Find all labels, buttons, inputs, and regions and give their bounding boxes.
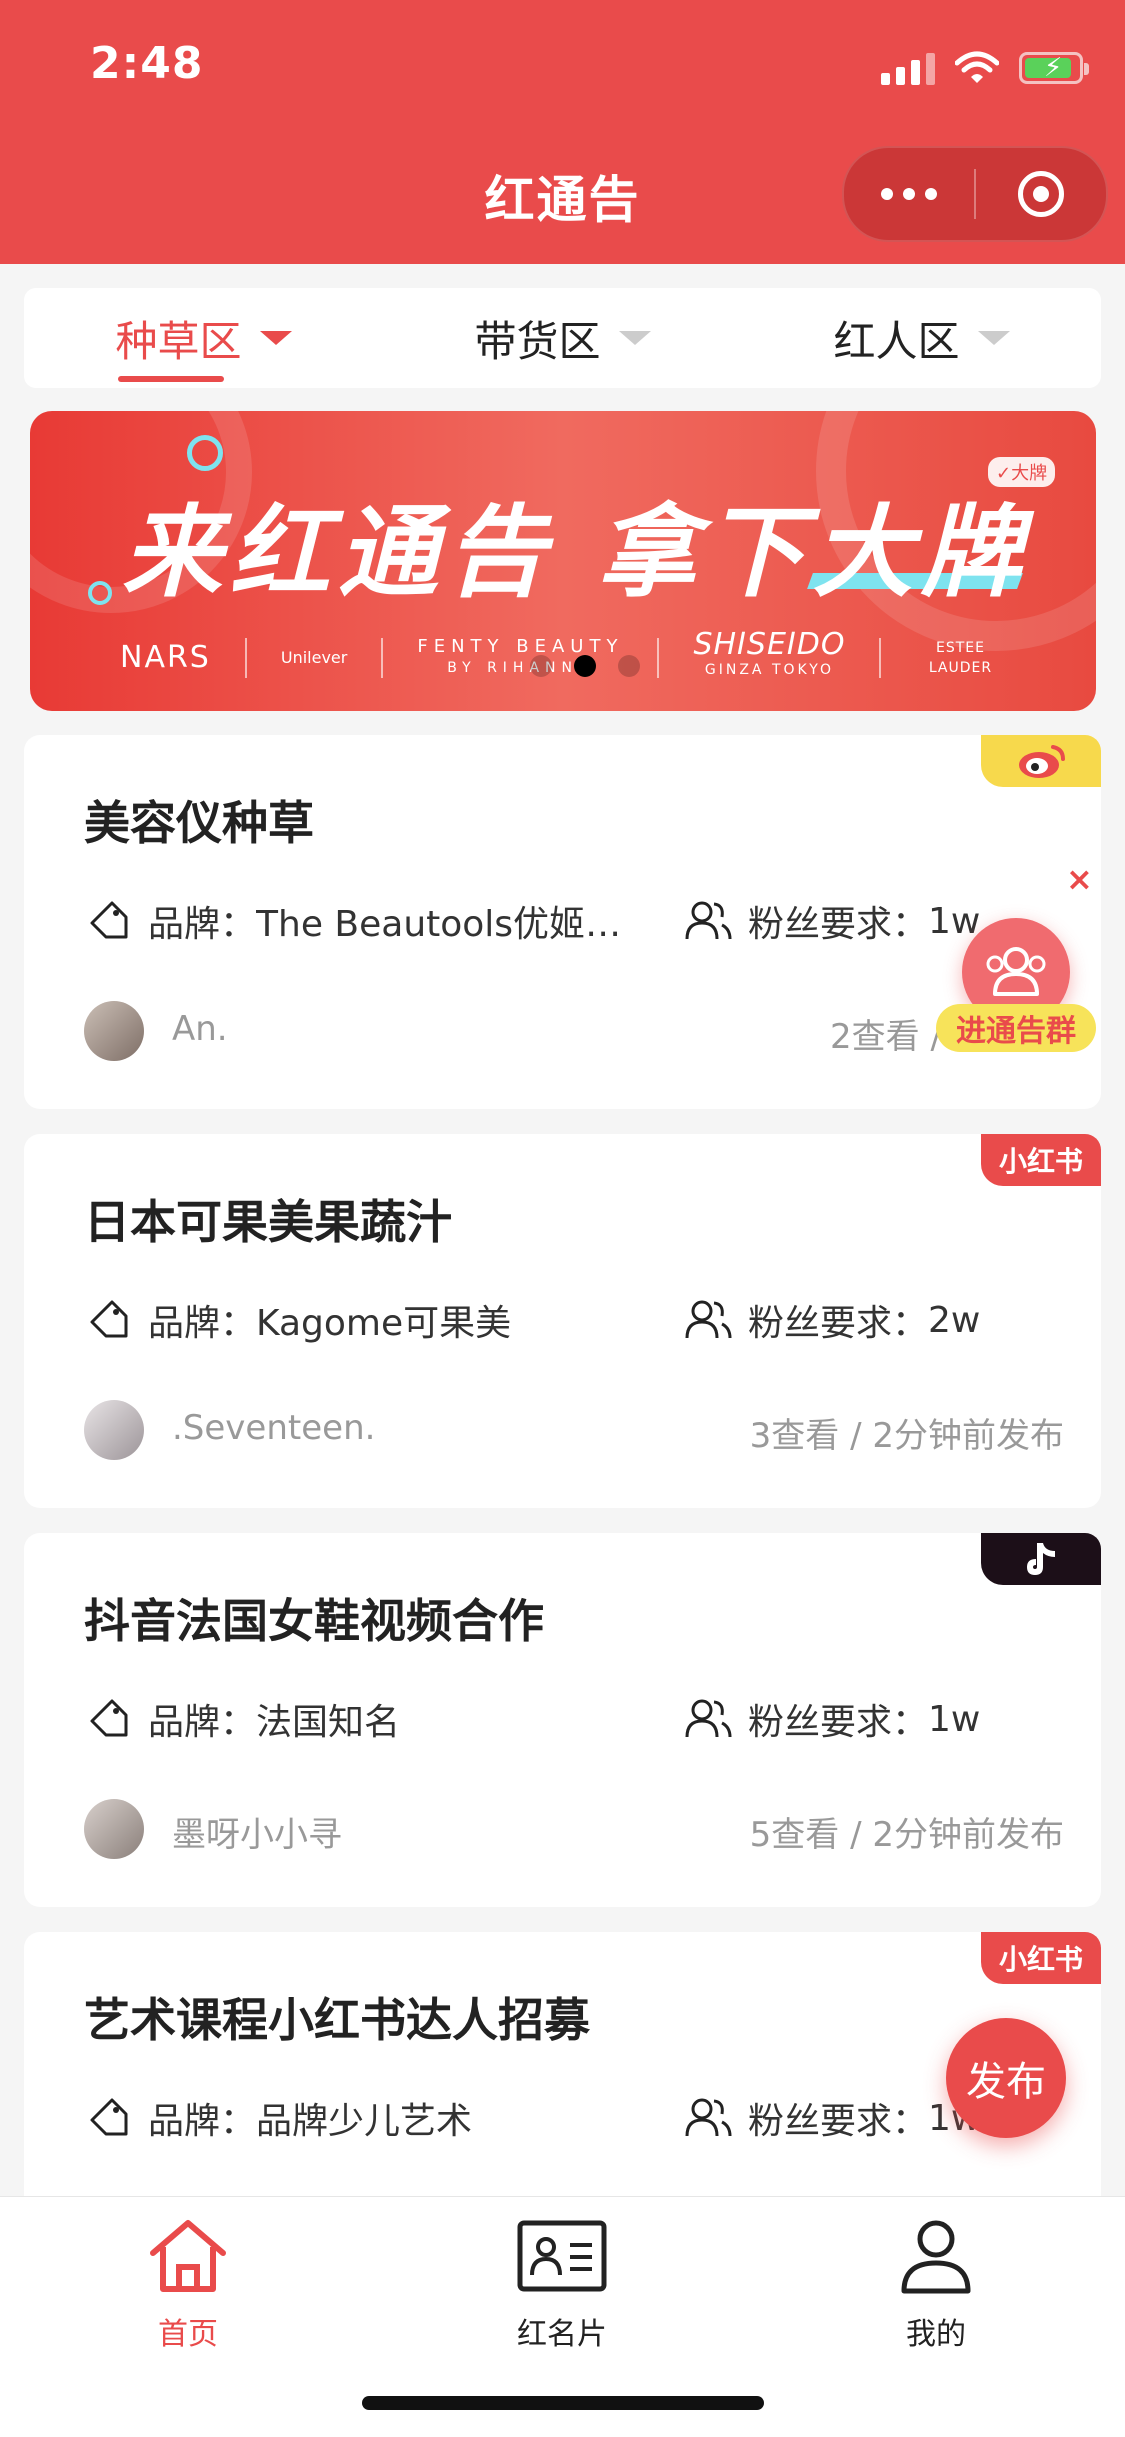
post-fans-requirement: 粉丝要求： 1w	[684, 2092, 980, 2144]
platform-badge-xiaohongshu: 小红书	[981, 1134, 1101, 1186]
caret-down-icon	[259, 331, 292, 345]
caret-down-icon	[618, 331, 651, 345]
post-brand: 品牌： 法国知名	[84, 1693, 400, 1745]
target-icon	[1018, 171, 1064, 217]
post-fans-requirement: 粉丝要求： 1w	[684, 895, 980, 947]
brand-logo-unilever: Unilever	[280, 647, 348, 667]
users-icon	[685, 1300, 732, 1339]
caret-down-icon	[977, 331, 1010, 345]
tab-label: 种草区	[115, 316, 242, 366]
wifi-icon	[955, 51, 999, 83]
home-icon	[150, 2220, 226, 2292]
platform-badge-xiaohongshu: 小红书	[981, 1932, 1101, 1984]
carousel-dot[interactable]	[530, 655, 552, 677]
post-author: 墨呀小小寻	[172, 1815, 342, 1855]
publish-button[interactable]: 发布	[946, 2018, 1066, 2138]
mini-program-capsule	[842, 146, 1108, 242]
users-icon	[685, 901, 732, 940]
post-fans-requirement: 粉丝要求： 2w	[684, 1294, 980, 1346]
post-title: 美容仪种草	[84, 796, 314, 850]
close-miniprogram-button[interactable]	[976, 148, 1106, 240]
join-group-label[interactable]: 进通告群	[936, 1004, 1096, 1052]
tabbar-label: 我的	[906, 2317, 966, 2352]
users-icon	[685, 2098, 732, 2137]
tab-daihuo[interactable]: 带货区	[383, 288, 742, 388]
float-close-icon[interactable]: ×	[1066, 860, 1093, 898]
post-card[interactable]: 小红书 日本可果美果蔬汁 品牌： Kagome可果美 粉丝要求： 2w .Seven…	[24, 1134, 1101, 1508]
category-tabs: 种草区 带货区 红人区	[24, 288, 1101, 388]
brand-logo-nars: NARS	[120, 640, 211, 675]
tiktok-icon	[1027, 1543, 1055, 1575]
promo-banner[interactable]: 来红通告 拿下大牌 ✓大牌 NARS Unilever FENTY BEAUTY…	[30, 411, 1096, 711]
post-author: An.	[172, 1009, 228, 1049]
tabbar-label: 首页	[158, 2317, 218, 2352]
post-meta: 5查看 / 2分钟前发布	[749, 1815, 1064, 1855]
user-icon	[901, 2220, 971, 2294]
tabbar-item-mine[interactable]: 我的	[836, 2217, 1036, 2353]
tag-icon	[90, 1300, 128, 1338]
tabbar-item-namecard[interactable]: 红名片	[462, 2217, 662, 2353]
post-brand: 品牌： Kagome可果美	[84, 1294, 511, 1346]
brand-logo-shiseido: SHISEIDO GINZA TOKYO	[693, 627, 846, 679]
banner-badge: ✓大牌	[988, 457, 1056, 487]
carousel-dot[interactable]	[618, 655, 640, 677]
group-icon	[986, 947, 1046, 996]
signal-icon	[881, 51, 935, 85]
tabbar-label: 红名片	[517, 2317, 607, 2352]
nav-header: 2:48 ⚡ 红通告	[0, 0, 1125, 264]
tag-icon	[90, 2098, 128, 2136]
avatar[interactable]	[84, 1001, 144, 1061]
status-time: 2:48	[90, 38, 204, 89]
brand-logo-estee-lauder: ESTEE LAUDER	[928, 639, 993, 676]
carousel-dot-active[interactable]	[574, 655, 596, 677]
battery-icon: ⚡	[1019, 52, 1089, 84]
post-title: 日本可果美果蔬汁	[84, 1195, 452, 1249]
post-card[interactable]: 抖音法国女鞋视频合作 品牌： 法国知名 粉丝要求： 1w 墨呀小小寻 5查看 / 2…	[24, 1533, 1101, 1907]
platform-badge-weibo	[981, 735, 1101, 787]
tabbar-item-home[interactable]: 首页	[88, 2217, 288, 2353]
avatar[interactable]	[84, 1799, 144, 1859]
tab-label: 带货区	[474, 316, 601, 366]
post-brand: 品牌： The Beautools优姬美...	[84, 895, 636, 947]
post-author: .Seventeen.	[172, 1408, 376, 1448]
post-meta: 3查看 / 2分钟前发布	[749, 1416, 1064, 1456]
platform-badge-tiktok	[981, 1533, 1101, 1585]
tag-icon	[90, 1699, 128, 1737]
active-tab-underline	[117, 376, 224, 382]
more-button[interactable]	[844, 148, 974, 240]
post-title: 抖音法国女鞋视频合作	[84, 1594, 544, 1648]
users-icon	[685, 1699, 732, 1738]
carousel-indicators	[530, 655, 640, 677]
tab-label: 红人区	[833, 316, 960, 366]
avatar[interactable]	[84, 1400, 144, 1460]
more-icon	[881, 188, 937, 200]
post-brand: 品牌： 品牌少儿艺术	[84, 2092, 472, 2144]
status-icons: ⚡	[881, 46, 1089, 90]
id-card-icon	[517, 2220, 607, 2292]
post-card[interactable]: 美容仪种草 品牌： The Beautools优姬美... 粉丝要求： 1w An.…	[24, 735, 1101, 1109]
post-fans-requirement: 粉丝要求： 1w	[684, 1693, 980, 1745]
tag-icon	[90, 901, 128, 939]
tab-zhongcao[interactable]: 种草区	[24, 288, 383, 388]
home-indicator	[362, 2396, 764, 2410]
weibo-icon	[1019, 745, 1065, 778]
post-title: 艺术课程小红书达人招募	[84, 1993, 590, 2047]
banner-headline: 来红通告 拿下大牌	[122, 494, 1029, 611]
tab-hongren[interactable]: 红人区	[742, 288, 1101, 388]
